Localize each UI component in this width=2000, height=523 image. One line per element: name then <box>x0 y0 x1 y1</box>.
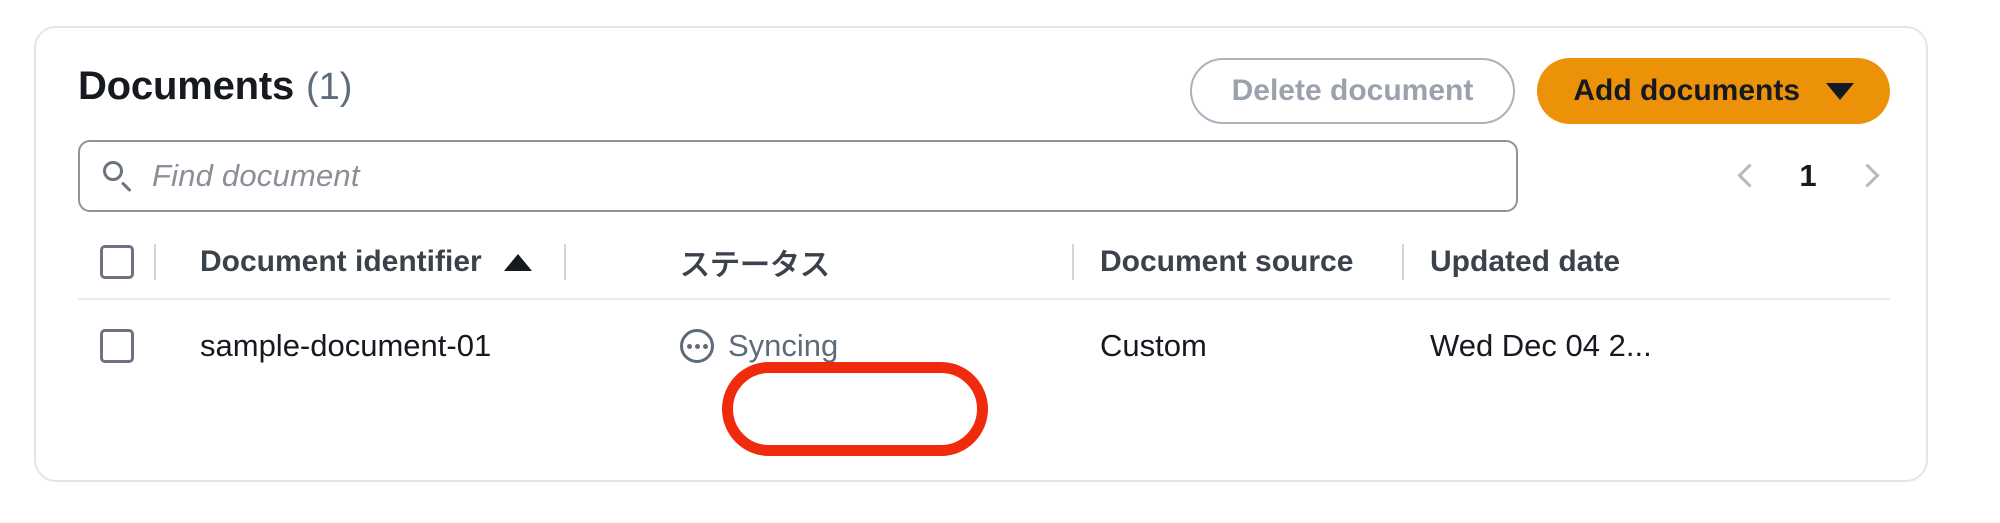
column-header-label: ステータス <box>680 249 830 282</box>
column-divider <box>563 244 566 280</box>
column-header-document-identifier[interactable]: Document identifier <box>174 244 654 280</box>
search-placeholder-text: Find document <box>152 158 360 193</box>
table-header-row: Document identifier ステータス Document sourc… <box>78 226 1890 300</box>
pagination: 1 <box>1736 158 1890 194</box>
updated-date-text: Wed Dec 04 2... <box>1430 328 1652 363</box>
panel-title-text: Documents <box>78 64 295 108</box>
add-documents-button[interactable]: Add documents <box>1537 58 1890 124</box>
select-all-checkbox[interactable] <box>100 245 134 279</box>
column-divider <box>154 244 156 280</box>
search-row: Find document 1 <box>78 138 1890 214</box>
page-title: Documents (1) <box>78 64 352 109</box>
column-header-updated-date[interactable]: Updated date <box>1404 245 1890 279</box>
header-actions: Delete document Add documents <box>1189 58 1890 124</box>
chevron-down-icon <box>1826 82 1854 100</box>
in-progress-icon <box>680 329 714 363</box>
column-header-status[interactable]: ステータス <box>654 240 1074 284</box>
pagination-current-page[interactable]: 1 <box>1798 158 1818 194</box>
documents-panel: Documents (1) Delete document Add docume… <box>34 26 1928 482</box>
cell-updated-date: Wed Dec 04 2... <box>1404 328 1890 364</box>
add-documents-label: Add documents <box>1573 74 1800 107</box>
select-all-cell <box>78 244 174 280</box>
document-identifier-text: sample-document-01 <box>200 328 492 363</box>
search-icon <box>102 160 134 192</box>
column-header-label: Document source <box>1100 245 1354 278</box>
panel-header: Documents (1) Delete document Add docume… <box>36 28 1926 124</box>
column-header-label: Updated date <box>1430 245 1621 278</box>
panel-item-count: (1) <box>306 66 353 108</box>
status-badge: Syncing <box>728 328 839 363</box>
cell-document-source: Custom <box>1074 328 1404 364</box>
column-header-document-source[interactable]: Document source <box>1074 244 1404 280</box>
table-row[interactable]: sample-document-01 Syncing Custom Wed De… <box>78 300 1890 392</box>
chevron-left-icon[interactable] <box>1736 163 1762 189</box>
triangle-up-icon <box>503 253 532 271</box>
row-checkbox[interactable] <box>100 329 134 363</box>
document-source-text: Custom <box>1100 328 1207 363</box>
documents-table: Document identifier ステータス Document sourc… <box>78 226 1890 392</box>
cell-status: Syncing <box>654 328 1074 364</box>
row-select-cell <box>78 329 174 363</box>
delete-document-button[interactable]: Delete document <box>1189 58 1516 124</box>
cell-document-identifier: sample-document-01 <box>174 328 654 364</box>
column-header-label: Document identifier <box>200 245 482 278</box>
chevron-right-icon[interactable] <box>1854 163 1880 189</box>
search-input[interactable]: Find document <box>78 140 1518 212</box>
